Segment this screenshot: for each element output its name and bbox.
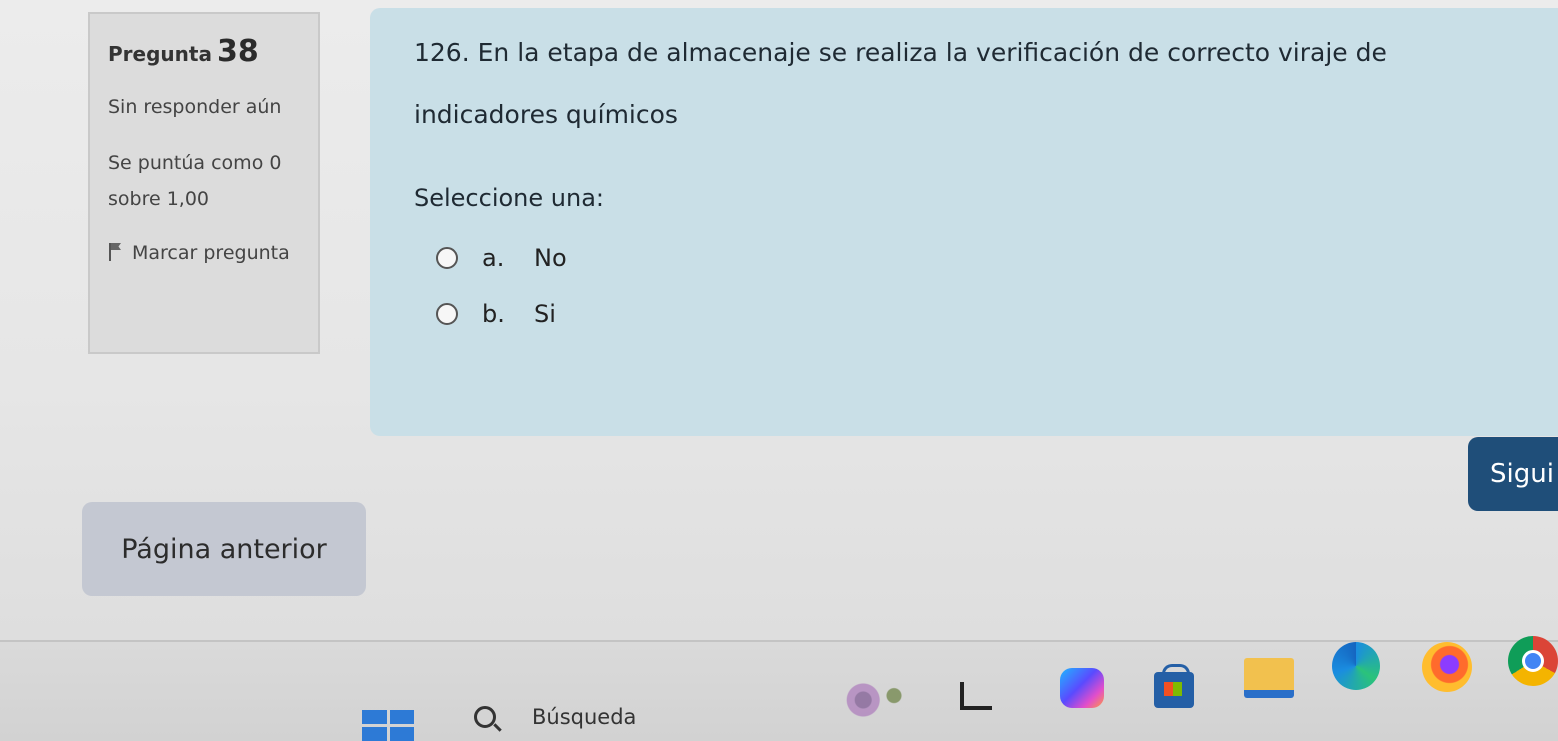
file-explorer-icon[interactable] [1244, 658, 1294, 698]
taskbar-search-label: Búsqueda [532, 704, 637, 729]
question-text: 126. En la etapa de almacenaje se realiz… [414, 38, 1387, 129]
previous-page-button[interactable]: Página anterior [82, 502, 366, 596]
chrome-icon[interactable] [1508, 636, 1558, 686]
radio-option-b[interactable] [436, 303, 458, 325]
flag-question-label: Marcar pregunta [132, 242, 290, 264]
question-heading: Pregunta 38 [108, 34, 302, 69]
firefox-icon[interactable] [1422, 642, 1472, 692]
flag-icon [108, 243, 122, 261]
option-a[interactable]: a. No [436, 230, 1528, 286]
search-icon [474, 705, 496, 728]
option-label: Si [534, 300, 556, 328]
windows-start-icon[interactable] [362, 710, 414, 741]
edge-icon[interactable] [1332, 642, 1380, 690]
widgets-icon[interactable] [828, 678, 916, 722]
quiz-page: Pregunta 38 Sin responder aún Se puntúa … [0, 0, 1558, 640]
question-score: Se puntúa como 0 sobre 1,00 [108, 152, 282, 210]
question-info-panel: Pregunta 38 Sin responder aún Se puntúa … [88, 12, 320, 354]
answer-options: a. No b. Si [436, 230, 1528, 342]
question-content: 126. En la etapa de almacenaje se realiz… [370, 8, 1558, 436]
select-prompt: Seleccione una: [414, 184, 604, 212]
store-icon[interactable] [1154, 664, 1194, 708]
taskbar: Búsqueda [0, 636, 1558, 741]
question-status: Sin responder aún [108, 96, 282, 118]
option-letter: a. [482, 244, 505, 272]
task-view-icon[interactable] [960, 682, 992, 710]
question-number: 38 [217, 34, 259, 69]
option-b[interactable]: b. Si [436, 286, 1528, 342]
flag-question-link[interactable]: Marcar pregunta [108, 235, 302, 271]
option-label: No [534, 244, 567, 272]
option-letter: b. [482, 300, 505, 328]
next-page-button[interactable]: Sigui [1468, 437, 1558, 511]
radio-option-a[interactable] [436, 247, 458, 269]
question-label: Pregunta [108, 42, 212, 66]
taskbar-search[interactable]: Búsqueda [456, 692, 726, 741]
copilot-icon[interactable] [1060, 668, 1104, 708]
